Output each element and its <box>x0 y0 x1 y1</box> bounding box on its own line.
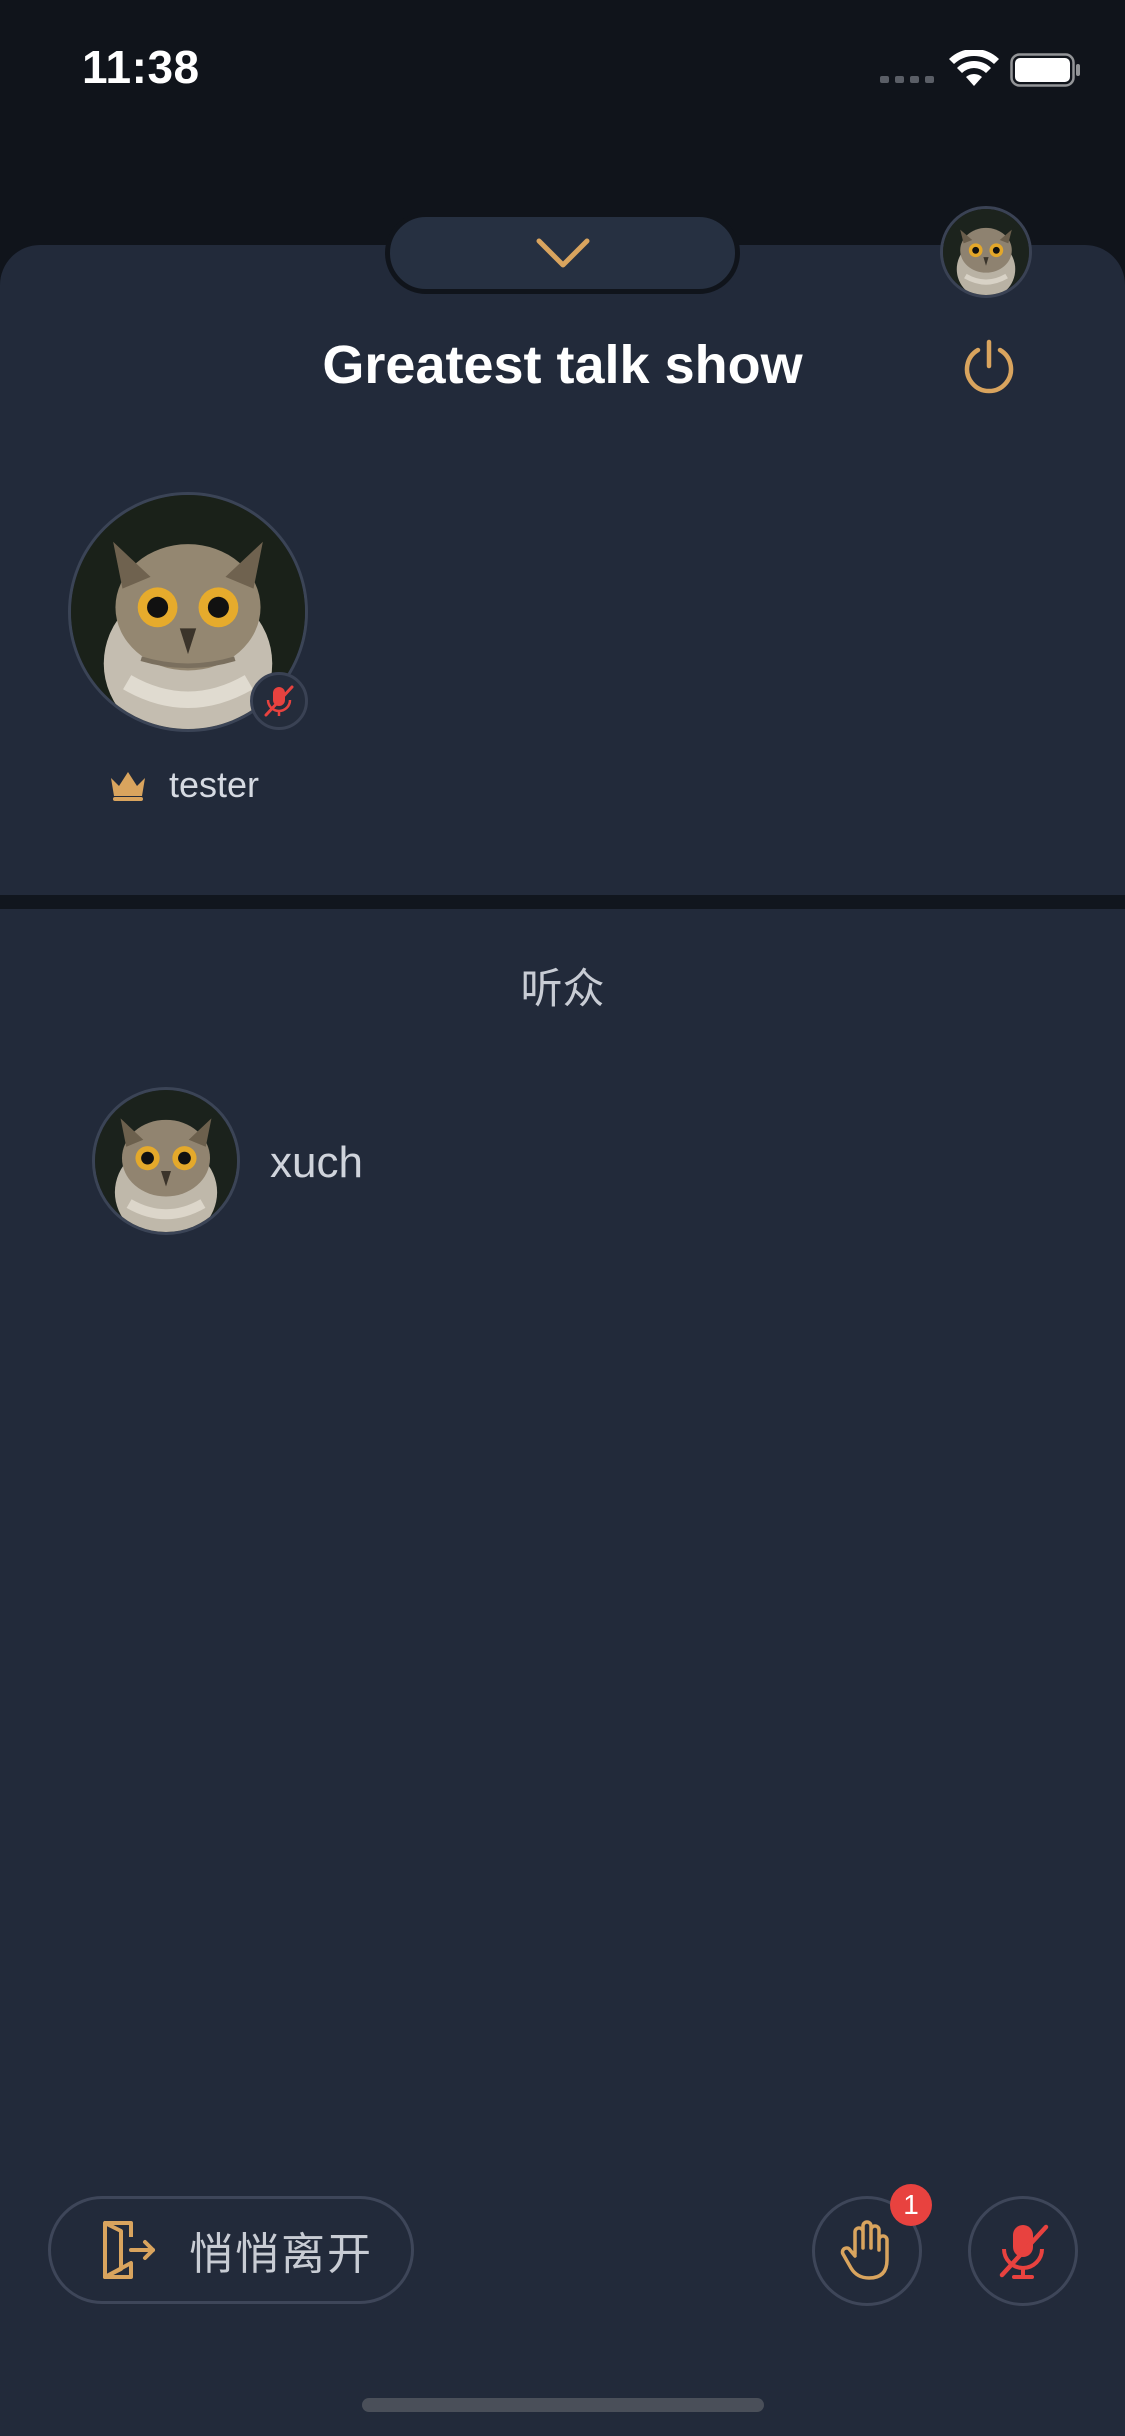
wifi-icon <box>949 50 999 86</box>
leave-quietly-label: 悄悄离开 <box>189 2230 373 2279</box>
host-mic-muted-badge <box>250 672 308 730</box>
status-time: 11:38 <box>82 41 200 93</box>
current-user-avatar[interactable] <box>940 206 1032 298</box>
exit-door-icon <box>103 2221 155 2279</box>
host-name: tester <box>169 764 260 805</box>
listener-name: xuch <box>270 1138 363 1187</box>
power-icon[interactable] <box>960 338 1018 396</box>
status-bar: 11:38 <box>0 0 1125 140</box>
leave-quietly-button[interactable]: 悄悄离开 <box>48 2196 414 2304</box>
screen: 11:38 Greatest talk show tester 听众 xuch … <box>0 0 1125 2436</box>
listener-avatar[interactable] <box>92 1087 240 1235</box>
cellular-signal-icon <box>880 76 934 83</box>
mic-off-icon <box>264 685 294 717</box>
section-divider <box>0 895 1125 909</box>
owl-avatar-icon <box>943 209 1029 295</box>
home-indicator <box>362 2398 764 2412</box>
collapse-room-button[interactable] <box>385 212 740 294</box>
mic-off-icon <box>999 2224 1049 2279</box>
chevron-down-icon <box>536 238 589 268</box>
crown-icon <box>111 772 145 801</box>
owl-avatar-icon <box>95 1090 237 1232</box>
room-title: Greatest talk show <box>322 335 803 395</box>
raise-hand-icon <box>840 2220 889 2280</box>
mic-toggle-button[interactable] <box>968 2196 1078 2306</box>
audience-heading: 听众 <box>520 965 605 1012</box>
raise-hand-count-badge: 1 <box>890 2184 932 2226</box>
battery-icon <box>1010 53 1080 87</box>
